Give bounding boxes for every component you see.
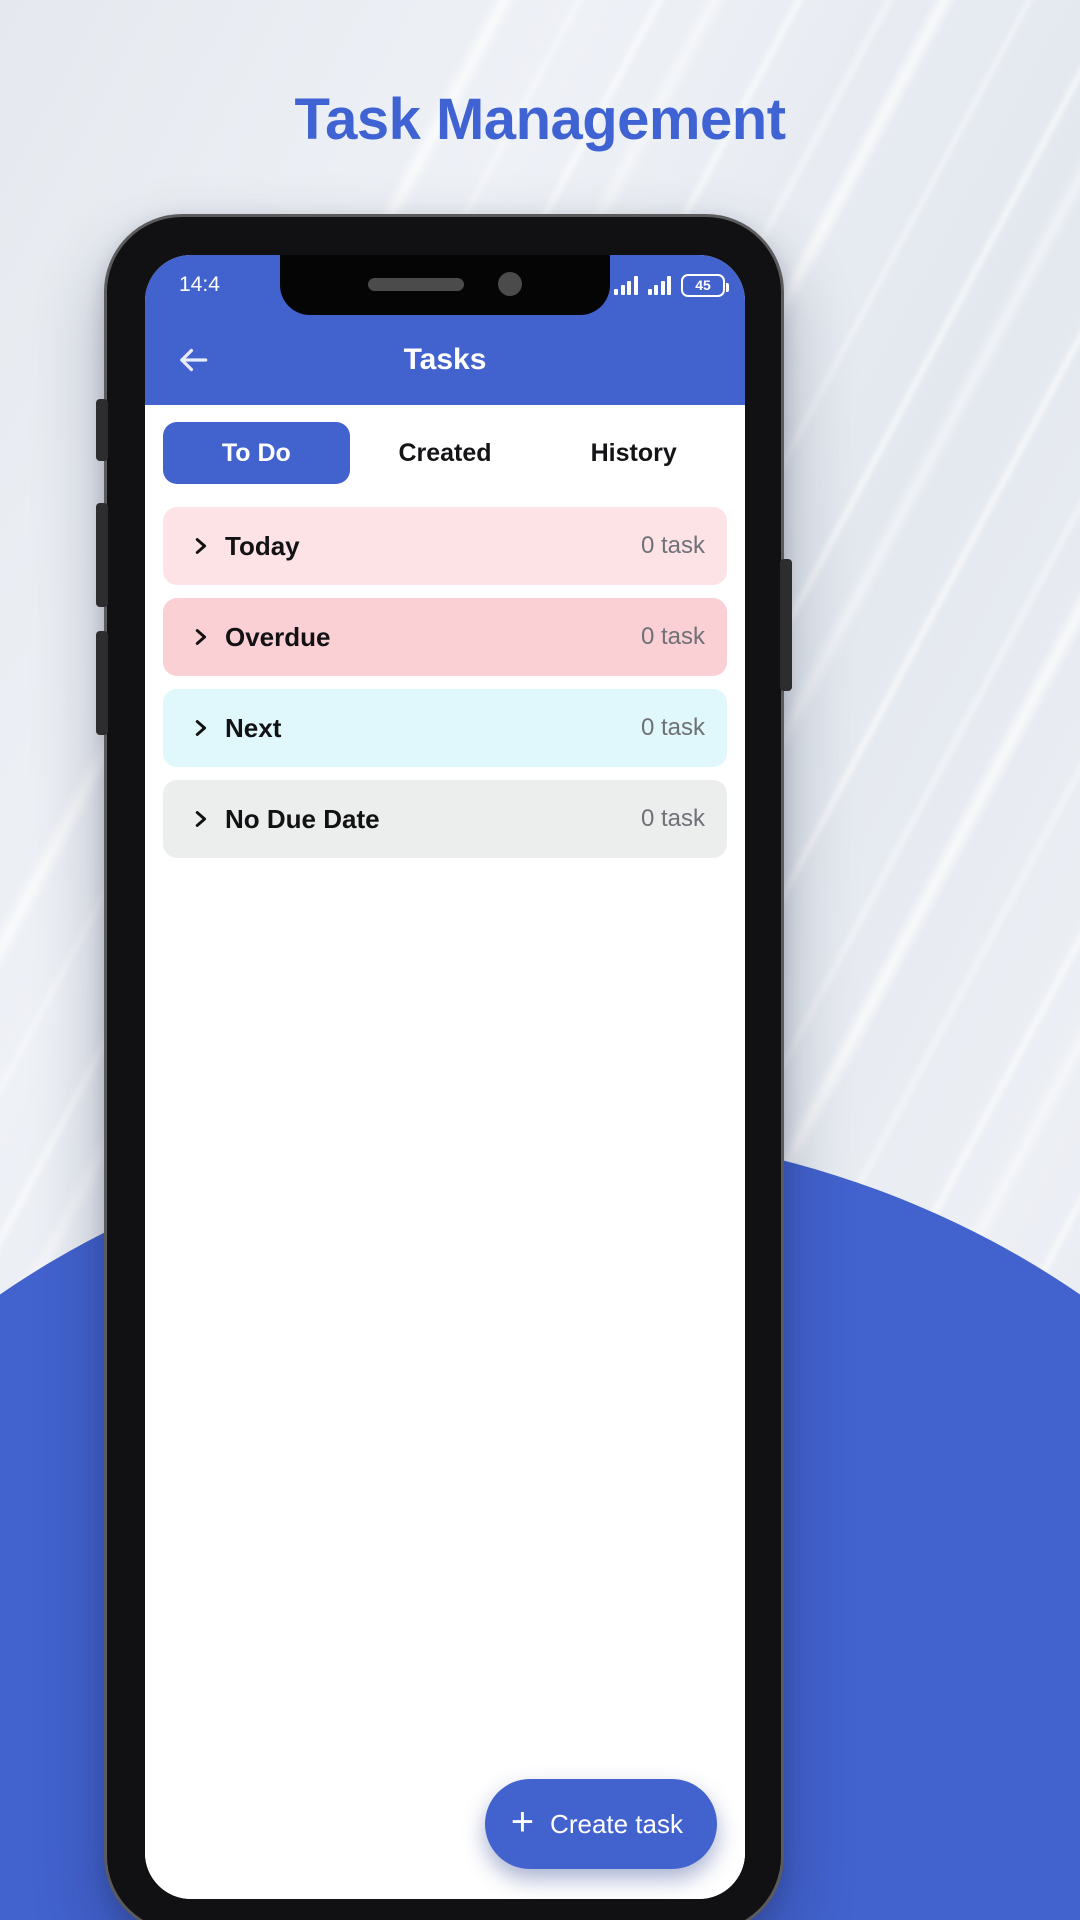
phone-volume-down-button[interactable] <box>96 631 108 735</box>
task-group-label: Next <box>225 712 282 743</box>
chevron-right-icon <box>185 804 215 834</box>
phone-mute-button[interactable] <box>96 399 108 461</box>
signal-bars-icon <box>614 275 638 295</box>
phone-volume-up-button[interactable] <box>96 503 108 607</box>
arrow-left-icon <box>180 348 208 372</box>
task-group-list: Today 0 task Overdue 0 task Next 0 task <box>145 501 745 1899</box>
speaker-grille-icon <box>368 277 464 291</box>
chevron-right-icon <box>185 622 215 652</box>
phone-power-button[interactable] <box>780 559 792 691</box>
app-bar-title: Tasks <box>403 343 487 376</box>
task-group-count: 0 task <box>640 805 705 832</box>
app-bar: Tasks <box>145 315 745 405</box>
tab-bar: To Do Created History <box>145 405 745 501</box>
status-bar-time: 14:4 <box>179 273 220 296</box>
tab-history[interactable]: History <box>540 422 727 484</box>
task-group-label: No Due Date <box>225 803 380 834</box>
create-task-label: Create task <box>550 1808 683 1839</box>
back-button[interactable] <box>167 334 219 386</box>
status-bar: 14:4 45 <box>145 255 745 315</box>
phone-screen: 14:4 45 Tasks To Do Created History Toda… <box>145 255 745 1899</box>
task-group-count: 0 task <box>640 532 705 559</box>
signal-bars-icon <box>647 275 671 295</box>
task-group-count: 0 task <box>640 714 705 741</box>
chevron-right-icon <box>185 713 215 743</box>
task-group-row-next[interactable]: Next 0 task <box>163 689 727 767</box>
task-group-row-no-due-date[interactable]: No Due Date 0 task <box>163 780 727 858</box>
create-task-button[interactable]: + Create task <box>484 1779 717 1869</box>
phone-mockup: 14:4 45 Tasks To Do Created History Toda… <box>96 214 792 1920</box>
front-camera-icon <box>498 272 522 296</box>
chevron-right-icon <box>185 531 215 561</box>
task-group-row-today[interactable]: Today 0 task <box>163 507 727 585</box>
task-group-label: Overdue <box>225 621 331 652</box>
task-group-count: 0 task <box>640 623 705 650</box>
tab-created[interactable]: Created <box>352 422 539 484</box>
tab-to-do[interactable]: To Do <box>163 422 350 484</box>
page-title: Task Management <box>294 87 786 152</box>
task-group-label: Today <box>225 530 300 561</box>
plus-icon: + <box>510 1800 535 1844</box>
phone-notch <box>280 255 610 315</box>
task-group-row-overdue[interactable]: Overdue 0 task <box>163 598 727 676</box>
battery-level-label: 45 <box>695 277 711 293</box>
battery-icon: 45 <box>681 273 729 297</box>
status-bar-icons: 45 <box>614 273 729 297</box>
